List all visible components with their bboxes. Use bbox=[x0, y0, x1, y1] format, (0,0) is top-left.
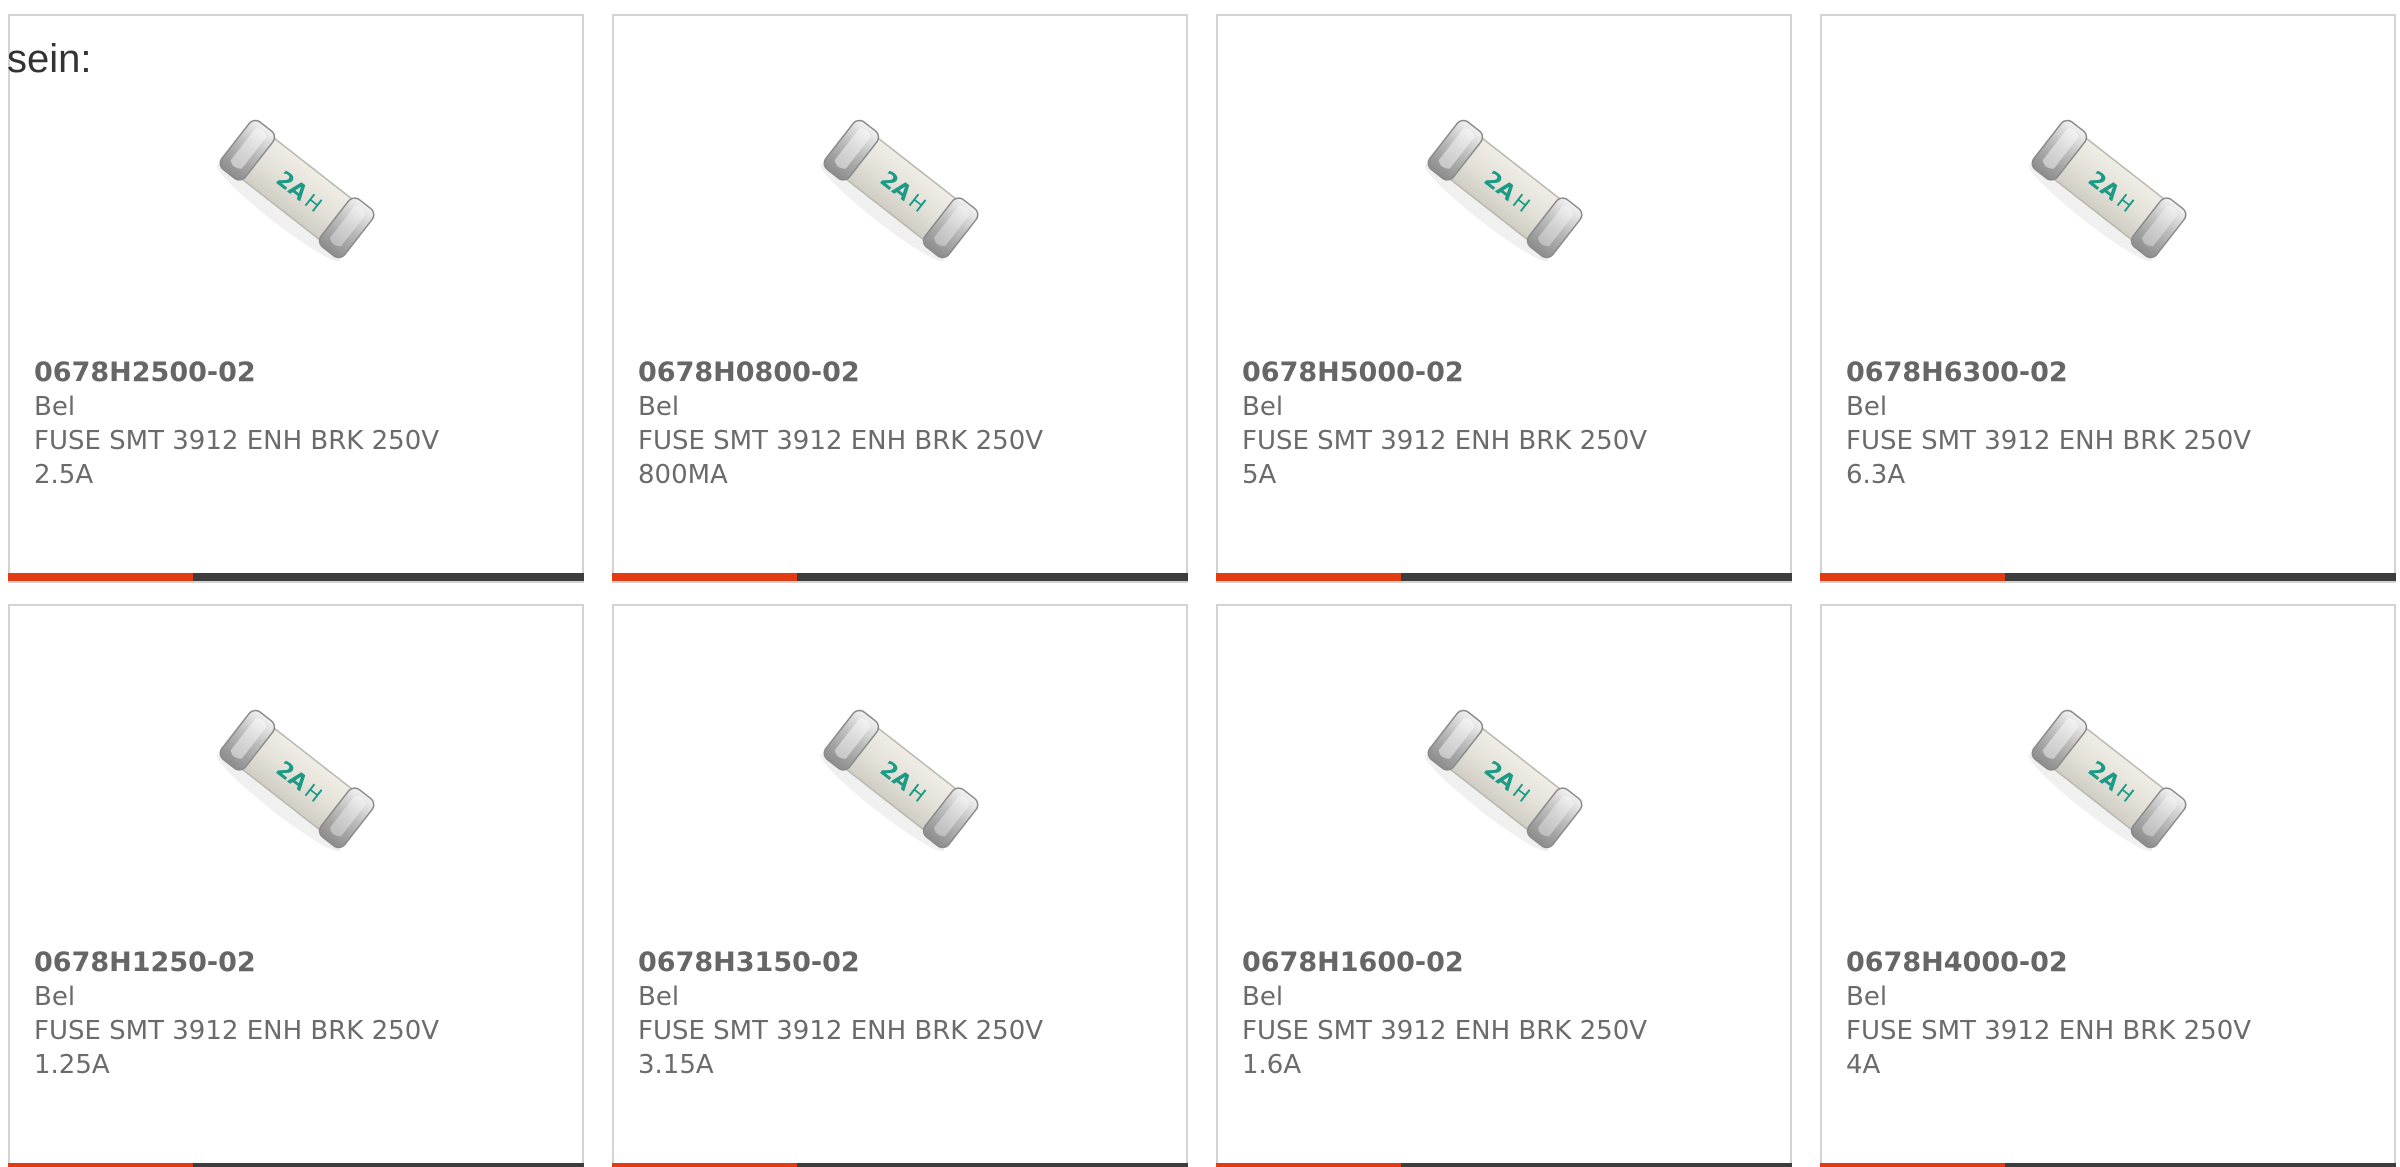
card-bottom-bar bbox=[612, 573, 1188, 581]
card-accent-stripe bbox=[1820, 1163, 2005, 1167]
smd-fuse-icon: 2A H bbox=[216, 119, 375, 262]
product-info: 0678H0800-02 Bel FUSE SMT 3912 ENH BRK 250… bbox=[638, 356, 1043, 492]
smd-fuse-icon: 2A H bbox=[2028, 119, 2187, 262]
product-card[interactable]: 2A H 0678H4000-02 Bel FUSE SMT 3912 ENH BR… bbox=[1820, 604, 2396, 1167]
product-info: 0678H3150-02 Bel FUSE SMT 3912 ENH BRK 250… bbox=[638, 946, 1043, 1082]
smd-fuse-icon: 2A H bbox=[1424, 709, 1583, 852]
smd-fuse-icon: 2A H bbox=[1424, 119, 1583, 262]
card-accent-stripe bbox=[1216, 573, 1401, 581]
card-bottom-bar bbox=[1216, 573, 1792, 581]
product-manufacturer: Bel bbox=[1846, 392, 1888, 422]
product-image[interactable]: 2A H bbox=[801, 679, 1001, 879]
card-bottom-bar bbox=[8, 573, 584, 581]
product-rating: 800MA bbox=[638, 460, 728, 490]
product-rating: 1.6A bbox=[1242, 1050, 1302, 1080]
intro-text: sein: bbox=[7, 37, 92, 81]
product-part-number[interactable]: 0678H4000-02 bbox=[1846, 946, 2251, 980]
product-card[interactable]: 2A H 0678H2500-02 Bel FUSE SMT 3912 ENH BR… bbox=[8, 14, 584, 583]
product-manufacturer: Bel bbox=[638, 392, 680, 422]
card-bottom-bar bbox=[1216, 1163, 1792, 1167]
product-part-number[interactable]: 0678H1250-02 bbox=[34, 946, 439, 980]
product-description: FUSE SMT 3912 ENH BRK 250V bbox=[1242, 1016, 1648, 1046]
product-info: 0678H6300-02 Bel FUSE SMT 3912 ENH BRK 250… bbox=[1846, 356, 2251, 492]
product-rating: 4A bbox=[1846, 1050, 1881, 1080]
product-card[interactable]: 2A H 0678H1600-02 Bel FUSE SMT 3912 ENH BR… bbox=[1216, 604, 1792, 1167]
product-part-number[interactable]: 0678H5000-02 bbox=[1242, 356, 1647, 390]
product-rating: 3.15A bbox=[638, 1050, 714, 1080]
product-info: 0678H5000-02 Bel FUSE SMT 3912 ENH BRK 250… bbox=[1242, 356, 1647, 492]
card-bottom-bar bbox=[1820, 573, 2396, 581]
product-manufacturer: Bel bbox=[638, 982, 680, 1012]
product-part-number[interactable]: 0678H2500-02 bbox=[34, 356, 439, 390]
card-bottom-bar bbox=[1820, 1163, 2396, 1167]
card-bottom-bar bbox=[8, 1163, 584, 1167]
product-info: 0678H2500-02 Bel FUSE SMT 3912 ENH BRK 250… bbox=[34, 356, 439, 492]
product-rating: 2.5A bbox=[34, 460, 94, 490]
product-image[interactable]: 2A H bbox=[801, 89, 1001, 289]
product-rating: 1.25A bbox=[34, 1050, 110, 1080]
product-image[interactable]: 2A H bbox=[197, 89, 397, 289]
product-info: 0678H4000-02 Bel FUSE SMT 3912 ENH BRK 250… bbox=[1846, 946, 2251, 1082]
product-card[interactable]: 2A H 0678H0800-02 Bel FUSE SMT 3912 ENH BR… bbox=[612, 14, 1188, 583]
product-image[interactable]: 2A H bbox=[197, 679, 397, 879]
smd-fuse-icon: 2A H bbox=[216, 709, 375, 852]
product-manufacturer: Bel bbox=[34, 982, 76, 1012]
card-accent-stripe bbox=[8, 1163, 193, 1167]
product-info: 0678H1600-02 Bel FUSE SMT 3912 ENH BRK 250… bbox=[1242, 946, 1647, 1082]
card-accent-stripe bbox=[612, 573, 797, 581]
card-accent-stripe bbox=[8, 573, 193, 581]
product-part-number[interactable]: 0678H6300-02 bbox=[1846, 356, 2251, 390]
product-rating: 6.3A bbox=[1846, 460, 1906, 490]
product-description: FUSE SMT 3912 ENH BRK 250V bbox=[1846, 426, 2252, 456]
product-description: FUSE SMT 3912 ENH BRK 250V bbox=[1242, 426, 1648, 456]
product-description: FUSE SMT 3912 ENH BRK 250V bbox=[34, 426, 440, 456]
product-manufacturer: Bel bbox=[34, 392, 76, 422]
product-image[interactable]: 2A H bbox=[2009, 89, 2209, 289]
card-accent-stripe bbox=[1216, 1163, 1401, 1167]
product-image[interactable]: 2A H bbox=[2009, 679, 2209, 879]
smd-fuse-icon: 2A H bbox=[820, 709, 979, 852]
product-listing-page: sein: 2A H 0678H2500-02 Bel FUSE SMT 391… bbox=[0, 0, 2400, 1167]
product-card[interactable]: 2A H 0678H5000-02 Bel FUSE SMT 3912 ENH BR… bbox=[1216, 14, 1792, 583]
product-info: 0678H1250-02 Bel FUSE SMT 3912 ENH BRK 250… bbox=[34, 946, 439, 1082]
product-part-number[interactable]: 0678H1600-02 bbox=[1242, 946, 1647, 980]
product-manufacturer: Bel bbox=[1242, 982, 1284, 1012]
smd-fuse-icon: 2A H bbox=[2028, 709, 2187, 852]
product-description: FUSE SMT 3912 ENH BRK 250V bbox=[1846, 1016, 2252, 1046]
product-manufacturer: Bel bbox=[1242, 392, 1284, 422]
product-card[interactable]: 2A H 0678H6300-02 Bel FUSE SMT 3912 ENH BR… bbox=[1820, 14, 2396, 583]
product-card[interactable]: 2A H 0678H3150-02 Bel FUSE SMT 3912 ENH BR… bbox=[612, 604, 1188, 1167]
product-description: FUSE SMT 3912 ENH BRK 250V bbox=[34, 1016, 440, 1046]
product-part-number[interactable]: 0678H3150-02 bbox=[638, 946, 1043, 980]
product-rating: 5A bbox=[1242, 460, 1277, 490]
card-accent-stripe bbox=[612, 1163, 797, 1167]
product-image[interactable]: 2A H bbox=[1405, 89, 1605, 289]
product-part-number[interactable]: 0678H0800-02 bbox=[638, 356, 1043, 390]
smd-fuse-icon: 2A H bbox=[820, 119, 979, 262]
product-description: FUSE SMT 3912 ENH BRK 250V bbox=[638, 1016, 1044, 1046]
product-description: FUSE SMT 3912 ENH BRK 250V bbox=[638, 426, 1044, 456]
product-card[interactable]: 2A H 0678H1250-02 Bel FUSE SMT 3912 ENH BR… bbox=[8, 604, 584, 1167]
product-manufacturer: Bel bbox=[1846, 982, 1888, 1012]
product-image[interactable]: 2A H bbox=[1405, 679, 1605, 879]
card-bottom-bar bbox=[612, 1163, 1188, 1167]
card-accent-stripe bbox=[1820, 573, 2005, 581]
